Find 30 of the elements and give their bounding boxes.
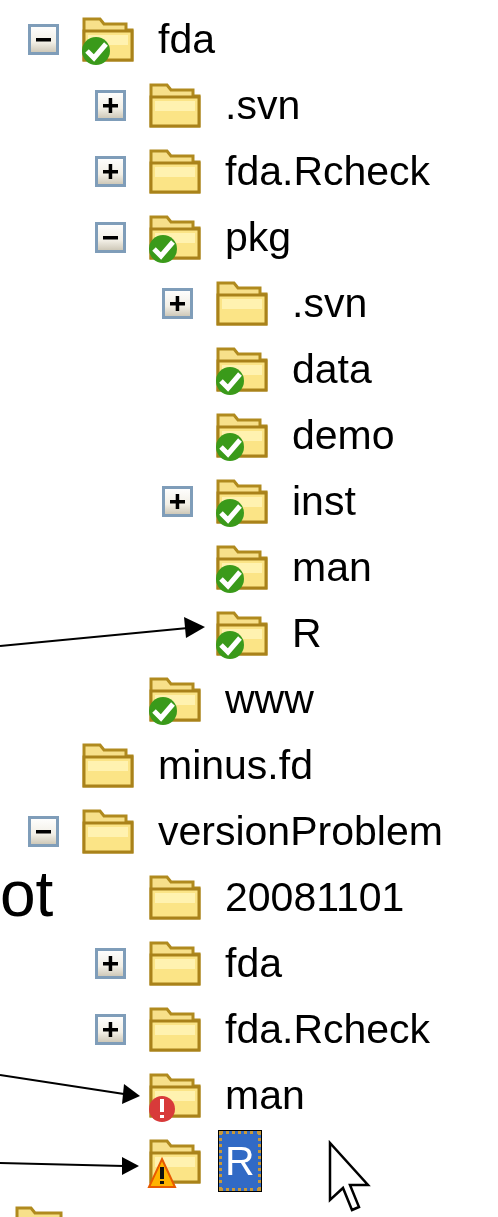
folder-label[interactable]: demo xyxy=(286,405,401,465)
folder-label[interactable]: .svn xyxy=(286,273,374,333)
expand-icon[interactable] xyxy=(95,947,126,979)
folder-label[interactable]: minus.fd xyxy=(152,735,319,795)
expand-icon[interactable] xyxy=(95,1013,126,1045)
folder-label[interactable]: R xyxy=(286,603,328,663)
folder-label[interactable]: inst xyxy=(286,471,362,531)
folder-label[interactable]: data xyxy=(286,339,378,399)
folder-label[interactable]: man xyxy=(219,1065,311,1125)
expand-icon[interactable] xyxy=(95,155,126,187)
folder-label[interactable]: R xyxy=(219,1131,261,1191)
folder-icon xyxy=(15,1206,63,1217)
folder-label[interactable]: man xyxy=(286,537,378,597)
folder-label[interactable]: www xyxy=(219,669,320,729)
folder-label[interactable]: fda xyxy=(152,9,221,69)
collapse-icon[interactable] xyxy=(95,221,126,253)
collapse-icon[interactable] xyxy=(28,23,59,55)
expand-icon[interactable] xyxy=(162,287,193,319)
folder-label[interactable]: .svn xyxy=(219,75,307,135)
folder-label[interactable]: versionProblem xyxy=(152,801,449,861)
folder-label[interactable]: fda.Rcheck xyxy=(219,141,437,201)
folder-label[interactable]: 20081101 xyxy=(219,867,411,927)
expand-icon[interactable] xyxy=(95,89,126,121)
folder-label[interactable]: fda xyxy=(219,933,288,993)
annotation-text: ot xyxy=(0,862,54,926)
expand-icon[interactable] xyxy=(162,485,193,517)
mouse-pointer-icon xyxy=(328,1139,371,1212)
folder-label[interactable]: fda.Rcheck xyxy=(219,999,437,1059)
collapse-icon[interactable] xyxy=(28,815,59,847)
folder-label[interactable]: pkg xyxy=(219,207,298,267)
